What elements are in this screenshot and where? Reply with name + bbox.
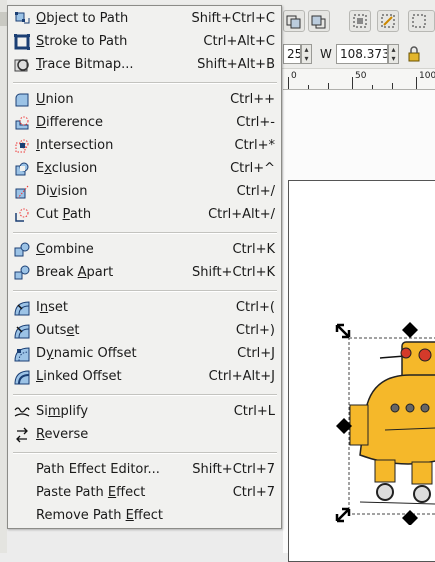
menu-item-shortcut: Shift+Ctrl+K [192,265,275,280]
select-same-icon[interactable] [349,10,371,32]
menu-item-shortcut: Ctrl++ [230,92,275,107]
exclusion-icon [15,162,29,176]
w-label: W [320,47,332,61]
menu-item-shortcut: Ctrl+/ [236,184,275,199]
lock-icon[interactable] [406,45,422,67]
menu-item-shortcut: Ctrl+Alt+/ [208,207,275,222]
menu-item-stroke-to-path[interactable]: Stroke to Path Ctrl+Alt+C [8,31,281,54]
menu-item-trace-bitmap[interactable]: Trace Bitmap... Shift+Alt+B [8,54,281,77]
menu-item-paste-path-effect[interactable]: Paste Path Effect Ctrl+7 [8,482,281,505]
menu-item-shortcut: Ctrl+( [235,300,275,315]
menu-item-shortcut: Ctrl+K [232,242,275,257]
stroke-to-path-icon [14,34,30,50]
ruler-label: 100 [419,71,435,81]
x-field[interactable]: 25 [283,44,301,64]
menu-item-object-to-path[interactable]: Object to Path Shift+Ctrl+C [8,8,281,31]
cut-path-icon [15,208,29,222]
union-icon [15,93,29,107]
menu-separator [13,232,277,234]
menu-item-shortcut: Shift+Ctrl+C [191,11,275,26]
menu-item-dynamic-offset[interactable]: Dynamic Offset Ctrl+J [8,343,281,366]
menu-item-shortcut: Ctrl+- [236,115,275,130]
object-to-path-icon [15,12,30,24]
menu-item-division[interactable]: Division Ctrl+/ [8,181,281,204]
menu-item-combine[interactable]: Combine Ctrl+K [8,239,281,262]
menu-item-shortcut: Ctrl+^ [230,161,275,176]
menu-item-path-effect-editor[interactable]: Path Effect Editor... Shift+Ctrl+7 [8,459,281,482]
intersection-icon [15,139,29,153]
menu-item-cut-path[interactable]: Cut Path Ctrl+Alt+/ [8,204,281,227]
simplify-icon [14,407,30,417]
raise-icon[interactable] [283,10,305,32]
transform-icon[interactable] [377,10,399,32]
menu-item-shortcut: Ctrl+7 [232,485,275,500]
menu-item-shortcut: Ctrl+) [235,323,275,338]
menu-item-linked-offset[interactable]: Linked Offset Ctrl+Alt+J [8,366,281,389]
menu-item-inset[interactable]: Inset Ctrl+( [8,297,281,320]
inset-icon [14,301,30,316]
menu-separator [13,82,277,84]
menu-item-difference[interactable]: Difference Ctrl+- [8,112,281,135]
menu-item-shortcut: Ctrl+J [237,346,275,361]
menu-item-break-apart[interactable]: Break Apart Shift+Ctrl+K [8,262,281,285]
break-apart-icon [14,265,30,280]
left-edge [0,0,7,553]
menu-separator [13,290,277,292]
robot-drawing[interactable] [330,320,435,525]
menu-item-intersection[interactable]: Intersection Ctrl+* [8,135,281,158]
w-field[interactable]: 108.373 [336,44,388,64]
reverse-icon [16,427,28,443]
division-icon [15,185,29,199]
dynamic-offset-icon [14,347,30,362]
menu-item-remove-path-effect[interactable]: Remove Path Effect [8,505,281,528]
menu-item-shortcut: Shift+Ctrl+7 [192,462,275,477]
linked-offset-icon [14,370,30,385]
menu-item-exclusion[interactable]: Exclusion Ctrl+^ [8,158,281,181]
w-spinner[interactable]: ▴ ▾ [388,44,399,64]
menu-separator [13,452,277,454]
menu-item-shortcut: Ctrl+Alt+C [203,34,275,49]
path-menu: Object to Path Shift+Ctrl+C Stroke to Pa… [7,5,282,529]
menu-item-shortcut: Ctrl+* [234,138,275,153]
ruler-label: 0 [291,71,297,81]
combine-icon [14,242,30,257]
trace-bitmap-icon [14,59,29,72]
x-spinner[interactable]: ▴ ▾ [301,44,312,64]
ruler-label: 50 [355,71,367,81]
menu-tab [0,12,7,26]
menu-item-reverse[interactable]: Reverse [8,424,281,447]
menu-item-outset[interactable]: Outset Ctrl+) [8,320,281,343]
menu-separator [13,394,277,396]
difference-icon [15,116,29,130]
menu-item-shortcut: Ctrl+Alt+J [208,369,275,384]
menu-item-shortcut: Ctrl+L [233,404,275,419]
horizontal-ruler: 0 50 100 [283,69,435,90]
lower-icon[interactable] [308,10,330,32]
menu-item-shortcut: Shift+Alt+B [197,57,275,72]
menu-item-union[interactable]: Union Ctrl++ [8,89,281,112]
align-icon[interactable] [408,10,435,32]
menu-item-simplify[interactable]: Simplify Ctrl+L [8,401,281,424]
outset-icon [14,324,30,339]
